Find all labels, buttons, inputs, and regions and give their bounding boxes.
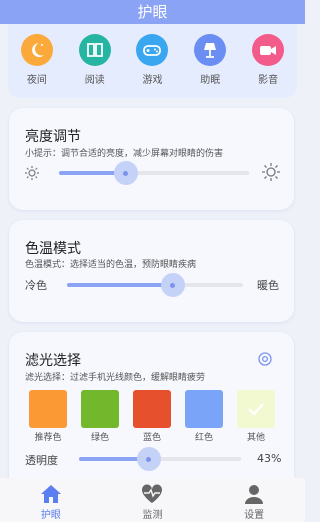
user-icon [245, 485, 264, 504]
bottom-tab-bar: 护眼 监测 设置 [0, 478, 305, 522]
color-temp-title: 色温模式 [25, 241, 81, 257]
brightness-slider[interactable] [59, 161, 249, 185]
filter-tip: 滤光选择：过滤手机光线颜色，缓解眼睛疲劳 [25, 373, 206, 383]
swatch-label: 蓝色 [142, 433, 161, 443]
brightness-title: 亮度调节 [25, 129, 81, 145]
swatch-other[interactable] [237, 390, 275, 428]
check-icon [248, 403, 264, 416]
mode-reading[interactable]: 阅读 [71, 34, 119, 98]
mode-label: 夜间 [26, 75, 47, 86]
swatch-recommended[interactable] [29, 390, 67, 428]
brightness-tip: 小提示：调节合适的亮度，减少屏幕对眼睛的伤害 [25, 149, 224, 159]
mode-video[interactable]: 影音 [244, 34, 292, 98]
heartbeat-icon [142, 484, 163, 503]
swatch-blue[interactable] [133, 390, 171, 428]
page-title: 护眼 [137, 3, 168, 21]
brightness-card: 亮度调节 小提示：调节合适的亮度，减少屏幕对眼睛的伤害 [9, 108, 294, 210]
tab-label: 护眼 [40, 510, 61, 521]
swatch-green[interactable] [81, 390, 119, 428]
video-icon [252, 34, 285, 66]
book-icon [78, 34, 111, 66]
mode-sleep[interactable]: 助眠 [186, 34, 234, 98]
home-icon [40, 485, 61, 503]
color-temp-card: 色温模式 色温模式：选择适当的色温，预防眼睛疾病 冷色 暖色 [9, 220, 294, 322]
swatch-label: 其他 [246, 433, 265, 443]
tab-settings[interactable]: 设置 [224, 484, 284, 522]
sun-small-icon [25, 165, 39, 184]
color-temp-slider[interactable] [67, 273, 243, 297]
mode-label: 助眠 [200, 75, 221, 86]
brightness-slider-thumb[interactable] [113, 161, 138, 185]
color-temp-slider-thumb[interactable] [160, 273, 185, 297]
opacity-slider-thumb[interactable] [136, 447, 161, 471]
page-header: 护眼 [0, 0, 305, 24]
tab-monitor[interactable]: 监测 [122, 484, 182, 522]
filter-card: 滤光选择 滤光选择：过滤手机光线颜色，缓解眼睛疲劳 推荐色 绿色 蓝色 红色 其… [9, 332, 294, 478]
mode-selector: 夜间 阅读 游戏 助眠 影音 [8, 24, 297, 98]
moon-icon [20, 34, 53, 66]
cold-label: 冷色 [25, 279, 47, 292]
lamp-icon [194, 34, 227, 66]
swatch-label: 绿色 [90, 433, 109, 443]
tab-label: 设置 [244, 510, 265, 521]
mode-label: 影音 [258, 75, 279, 86]
opacity-slider[interactable] [79, 447, 241, 471]
warm-label: 暖色 [257, 279, 279, 292]
sun-large-icon [262, 163, 280, 185]
swatch-label: 红色 [194, 433, 213, 443]
opacity-label: 透明度 [25, 454, 58, 467]
mode-game[interactable]: 游戏 [128, 34, 176, 98]
mode-night[interactable]: 夜间 [13, 34, 61, 98]
tab-eye-care[interactable]: 护眼 [21, 484, 81, 522]
tab-label: 监测 [142, 510, 163, 521]
swatch-red[interactable] [185, 390, 223, 428]
mode-label: 阅读 [84, 75, 105, 86]
eye-icon[interactable] [257, 351, 273, 371]
opacity-value: 43% [257, 452, 282, 465]
gamepad-icon [136, 34, 169, 66]
color-temp-tip: 色温模式：选择适当的色温，预防眼睛疾病 [25, 260, 197, 270]
mode-label: 游戏 [142, 75, 163, 86]
filter-title: 滤光选择 [25, 353, 81, 369]
swatch-label: 推荐色 [34, 433, 62, 443]
color-temp-slider-fill [67, 283, 173, 287]
